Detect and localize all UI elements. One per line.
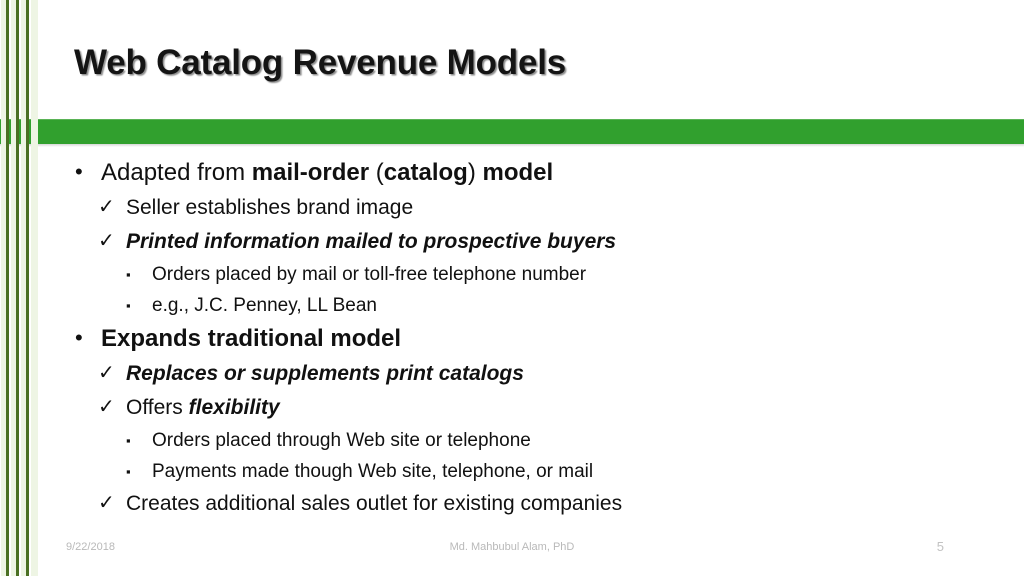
bullet-text: Printed information mailed to prospectiv…	[126, 228, 616, 256]
text-run: Creates additional sales outlet for exis…	[126, 492, 623, 515]
text-run: Offers	[126, 396, 189, 419]
bullet-line: ▪ Orders placed by mail or toll-free tele…	[74, 262, 994, 288]
bullet-text: Payments made though Web site, telephone…	[152, 459, 593, 485]
checkmark-icon: ✓	[98, 396, 115, 418]
bullet-text: Orders placed through Web site or teleph…	[152, 428, 531, 454]
bullet-text: Seller establishes brand image	[126, 194, 413, 222]
bullet-text: Adapted from mail-order (catalog) model	[101, 158, 553, 188]
footer-page-number: 5	[936, 539, 944, 554]
slide-footer: 9/22/2018 Md. Mahbubul Alam, PhD 5	[0, 538, 1024, 562]
bullet-line: • Expands traditional model	[74, 324, 994, 354]
bullet-text: Offers flexibility	[126, 394, 280, 422]
bullet-line: ✓ Replaces or supplements print catalogs	[74, 360, 994, 388]
bullet-text: e.g., J.C. Penney, LL Bean	[152, 293, 377, 319]
text-run: catalog	[383, 159, 468, 186]
slide-title: Web Catalog Revenue Models	[74, 43, 567, 82]
text-run: flexibility	[188, 396, 280, 419]
text-run: Orders placed through Web site or teleph…	[152, 430, 531, 451]
text-run: )	[467, 159, 483, 186]
text-run: Expands traditional model	[101, 325, 402, 352]
stripe-line-2	[16, 0, 19, 576]
bullet-dot-icon: •	[75, 325, 83, 350]
accent-band-shadow	[0, 144, 1024, 147]
bullet-text: Expands traditional model	[101, 324, 401, 354]
text-run: e.g., J.C. Penney, LL Bean	[152, 295, 377, 316]
bullet-line: ✓ Seller establishes brand image	[74, 194, 994, 222]
stripe-soft-4	[31, 0, 38, 576]
square-icon: ▪	[126, 267, 131, 282]
text-run: model	[482, 159, 554, 186]
checkmark-icon: ✓	[98, 492, 115, 514]
text-run: Printed information mailed to prospectiv…	[126, 230, 617, 253]
checkmark-icon: ✓	[98, 230, 115, 252]
bullet-text: Replaces or supplements print catalogs	[126, 360, 524, 388]
bullet-text: Creates additional sales outlet for exis…	[126, 490, 622, 518]
checkmark-icon: ✓	[98, 196, 115, 218]
square-icon: ▪	[126, 433, 131, 448]
text-run: Payments made though Web site, telephone…	[152, 461, 594, 482]
text-run: Adapted from	[101, 159, 252, 186]
bullet-dot-icon: •	[75, 159, 83, 184]
text-run: mail-order	[251, 159, 370, 186]
checkmark-icon: ✓	[98, 362, 115, 384]
bullet-line: ✓ Creates additional sales outlet for exi…	[74, 490, 994, 518]
text-run: Replaces or supplements print catalogs	[126, 362, 524, 385]
accent-band	[0, 120, 1024, 144]
bullet-line: ▪ Orders placed through Web site or telep…	[74, 428, 994, 454]
stripe-line-1	[6, 0, 9, 576]
stripe-line-3	[26, 0, 29, 576]
square-icon: ▪	[126, 464, 131, 479]
left-stripe-decoration	[0, 0, 38, 576]
text-run: Orders placed by mail or toll-free telep…	[152, 264, 587, 285]
square-icon: ▪	[126, 298, 131, 313]
bullet-line: ▪ Payments made though Web site, telephon…	[74, 459, 994, 485]
bullet-line: • Adapted from mail-order (catalog) model	[74, 158, 994, 188]
bullet-text: Orders placed by mail or toll-free telep…	[152, 262, 586, 288]
bullet-line: ✓ Printed information mailed to prospecti…	[74, 228, 994, 256]
slide-content-list: • Adapted from mail-order (catalog) model…	[74, 158, 994, 524]
text-run: (	[369, 159, 384, 186]
bullet-line: ✓ Offers flexibility	[74, 394, 994, 422]
bullet-line: ▪ e.g., J.C. Penney, LL Bean	[74, 293, 994, 319]
slide: Web Catalog Revenue Models • Adapted from…	[0, 0, 1024, 576]
footer-author: Md. Mahbubul Alam, PhD	[449, 541, 575, 553]
text-run: Seller establishes brand image	[126, 196, 414, 219]
